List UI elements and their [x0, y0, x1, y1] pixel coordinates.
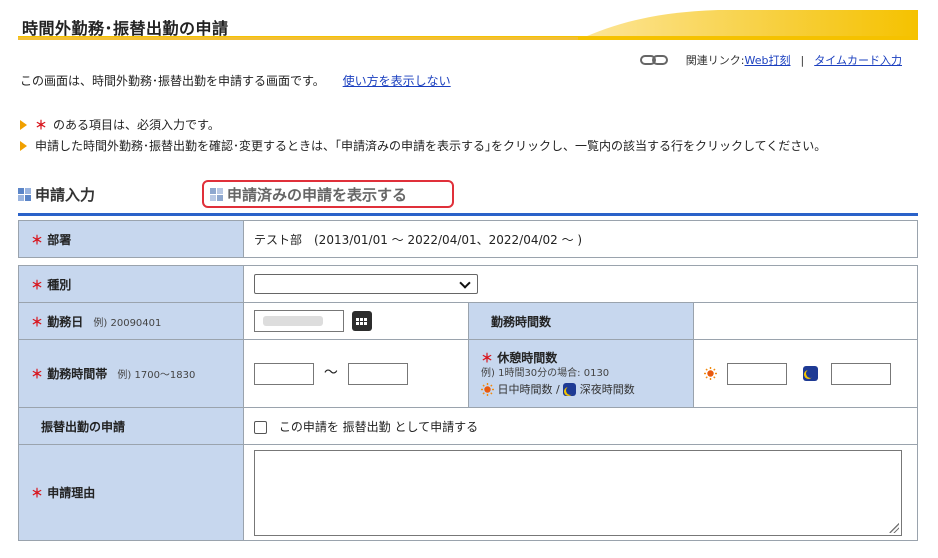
substitute-value-cell: この申請を 振替出勤 として申請する [243, 407, 918, 445]
work-time-end-input[interactable] [347, 362, 408, 385]
legend-slash: / [556, 382, 560, 396]
break-hours-example: 例) 1時間30分の場合: 0130 [481, 367, 610, 379]
night-hours-label: 深夜時間数 [579, 382, 635, 396]
reason-label-cell: ＊ 申請理由 [18, 444, 244, 541]
tilde: ～ [323, 365, 338, 382]
substitute-checkbox[interactable] [254, 420, 267, 434]
department-row: ＊ 部署 テスト部 (2013/01/01 ～ 2022/04/01、2022/… [18, 220, 918, 258]
reason-textarea[interactable] [254, 449, 902, 536]
required-mark: ＊ [481, 350, 494, 365]
type-row: ＊ 種別 [18, 265, 918, 303]
reason-row: ＊ 申請理由 [18, 444, 918, 541]
section-heading: 申請入力 [18, 184, 95, 205]
required-mark: ＊ [31, 232, 44, 247]
type-select[interactable] [254, 274, 478, 294]
moon-icon [563, 383, 577, 396]
substitute-row: 振替出勤の申請 この申請を 振替出勤 として申請する [18, 407, 918, 445]
department-value: テスト部 (2013/01/01 ～ 2022/04/01、2022/04/02… [243, 220, 918, 258]
reason-value-cell [243, 444, 918, 541]
type-label-cell: ＊ 種別 [18, 265, 244, 303]
redacted-date [263, 316, 323, 326]
work-hours-label-cell: 勤務時間数 [468, 302, 694, 340]
calendar-icon[interactable] [351, 311, 372, 331]
hide-usage-link[interactable]: 使い方を表示しない [343, 74, 451, 88]
web-punch-link[interactable]: Web打刻 [745, 54, 791, 67]
moon-icon [802, 366, 818, 381]
work-time-label: 勤務時間帯 [47, 367, 108, 381]
work-hours-value [693, 302, 918, 340]
type-label: 種別 [47, 277, 72, 292]
application-form-table: ＊ 種別 ＊ 勤務日 例) 20090401 勤務時間数 ＊ 勤務時間帯 例) … [18, 265, 918, 541]
required-mark: ＊ [31, 367, 44, 381]
department-table: ＊ 部署 テスト部 (2013/01/01 ～ 2022/04/01、2022/… [18, 220, 918, 258]
note-required: ＊ のある項目は、必須入力です。 [20, 116, 220, 133]
intro-line: この画面は、時間外勤務･振替出勤を申請する画面です。 使い方を表示しない [20, 72, 451, 89]
required-mark: ＊ [31, 277, 44, 292]
work-date-row: ＊ 勤務日 例) 20090401 勤務時間数 [18, 302, 918, 340]
grid-icon [210, 187, 223, 201]
resize-grip-icon[interactable] [889, 522, 899, 533]
sun-icon [481, 383, 494, 396]
substitute-label-cell: 振替出勤の申請 [18, 407, 244, 445]
break-hours-label-cell: ＊ 休憩時間数 例) 1時間30分の場合: 0130 日中時間数 / 深夜時間数 [468, 339, 694, 408]
required-mark: ＊ [31, 314, 44, 329]
page-title: 時間外勤務･振替出勤の申請 [22, 19, 229, 38]
break-hours-label: 休憩時間数 [497, 350, 558, 365]
work-time-start-input[interactable] [254, 362, 314, 385]
link-chain-icon [639, 55, 668, 65]
work-date-example: 例) 20090401 [93, 317, 162, 329]
confirm-note-text: 申請した時間外勤務･振替出勤を確認･変更するときは、｢申請済みの申請を表示する｣… [35, 139, 827, 153]
required-mark: ＊ [31, 486, 44, 500]
substitute-label: 振替出勤の申請 [41, 419, 126, 434]
department-label-cell: ＊ 部署 [18, 220, 244, 258]
note-confirm: 申請した時間外勤務･振替出勤を確認･変更するときは、｢申請済みの申請を表示する｣… [20, 137, 826, 154]
department-label: 部署 [47, 232, 72, 247]
work-date-value-cell [243, 302, 469, 340]
break-hours-value-cell [693, 339, 918, 408]
required-mark: ＊ [35, 118, 48, 132]
related-links: 関連リンク:Web打刻 | タイムカード入力 [639, 52, 902, 68]
bullet-triangle-icon [20, 119, 27, 130]
section-title: 申請入力 [35, 186, 96, 204]
break-hours-legend: 日中時間数 / 深夜時間数 [481, 382, 693, 398]
bullet-triangle-icon [20, 140, 27, 151]
sun-icon [704, 367, 717, 380]
work-date-label-cell: ＊ 勤務日 例) 20090401 [18, 302, 244, 340]
page-title-bar: 時間外勤務･振替出勤の申請 [18, 10, 918, 40]
type-value-cell [243, 265, 918, 303]
work-date-label: 勤務日 [47, 314, 84, 329]
work-date-input[interactable] [254, 310, 344, 332]
work-time-value-cell: ～ [243, 339, 469, 408]
work-time-label-cell: ＊ 勤務時間帯 例) 1700～1830 [18, 339, 244, 408]
section-grid-icon [18, 188, 31, 201]
separator: | [800, 53, 805, 67]
night-break-input[interactable] [831, 362, 892, 385]
intro-text: この画面は、時間外勤務･振替出勤を申請する画面です。 [20, 74, 325, 88]
work-hours-label: 勤務時間数 [491, 314, 552, 329]
work-time-row: ＊ 勤務時間帯 例) 1700～1830 ～ ＊ 休憩時間数 例) 1時間30分… [18, 339, 918, 408]
section-divider [18, 213, 918, 216]
day-hours-label: 日中時間数 [497, 382, 553, 396]
day-break-input[interactable] [726, 362, 787, 385]
required-note-text: のある項目は、必須入力です。 [53, 118, 220, 132]
work-time-example: 例) 1700～1830 [117, 370, 196, 381]
reason-label: 申請理由 [47, 486, 96, 500]
related-links-label: 関連リンク:Web打刻 [685, 54, 791, 67]
show-submitted-button[interactable]: 申請済みの申請を表示する [202, 180, 454, 208]
show-submitted-label: 申請済みの申請を表示する [227, 185, 408, 204]
timecard-link[interactable]: タイムカード入力 [814, 52, 902, 68]
substitute-checkbox-label[interactable]: この申請を 振替出勤 として申請する [279, 420, 478, 434]
